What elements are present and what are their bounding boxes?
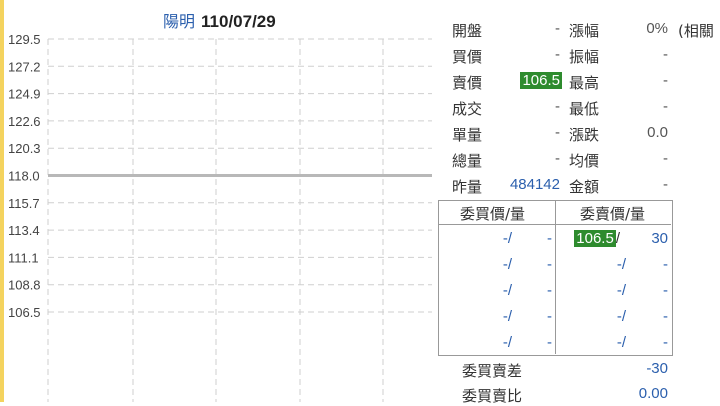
quote-label-ask: 賣價 — [452, 74, 483, 92]
quote-value-change-pct: 0% — [646, 20, 668, 37]
y-tick-label: 124.9 — [8, 87, 41, 102]
quote-value-deal: - — [555, 98, 560, 115]
quote-label-open: 開盤 — [452, 22, 483, 40]
y-tick-label: 120.3 — [8, 141, 41, 156]
quote-value-open: - — [555, 20, 560, 37]
bid-qty: - — [547, 230, 552, 247]
stock-name: 陽明 — [163, 12, 196, 31]
y-tick-label: 113.4 — [8, 223, 40, 238]
quote-value-low: - — [663, 98, 668, 115]
y-tick-label: 118.0 — [8, 169, 40, 184]
quote-label-low: 最低 — [569, 100, 600, 118]
quote-label-amount: 金額 — [569, 178, 600, 196]
ask-price: -/ — [616, 334, 626, 351]
quote-label-deal: 成交 — [452, 100, 483, 118]
chart-date: 110/07/29 — [201, 12, 276, 31]
quote-label-change-pct: 漲幅 — [569, 22, 600, 40]
bid-price: -/ — [502, 282, 512, 299]
quote-label-amplitude: 振幅 — [569, 48, 600, 66]
bid-qty: - — [547, 334, 552, 351]
quote-label-prev-vol: 昨量 — [452, 178, 483, 196]
ask-price: -/ — [616, 256, 626, 273]
bid-ask-ratio-value: 0.00 — [638, 385, 668, 402]
quote-value-change: 0.0 — [647, 124, 668, 141]
quote-value-single-vol: - — [555, 124, 560, 141]
quote-value-ask: 106.5 — [520, 72, 562, 89]
ask-qty: - — [663, 256, 668, 273]
ask-qty: - — [663, 282, 668, 299]
ask-qty: - — [663, 308, 668, 325]
quote-label-high: 最高 — [569, 74, 600, 92]
y-tick-label: 106.5 — [8, 305, 41, 320]
y-tick-label: 127.2 — [8, 59, 41, 74]
bid-qty: - — [547, 256, 552, 273]
bid-price: -/ — [502, 256, 512, 273]
chart-title: 陽明 110/07/29 — [163, 8, 276, 32]
ask-header: 委賣價/量 — [580, 205, 646, 223]
y-tick-label: 108.8 — [8, 278, 41, 293]
y-tick-label: 115.7 — [8, 196, 40, 211]
related-link[interactable]: (相關 — [678, 20, 714, 41]
quote-value-high: - — [663, 72, 668, 89]
bid-ask-ratio-label: 委買賣比 — [462, 387, 523, 405]
y-tick-label: 122.6 — [8, 114, 41, 129]
bid-price: -/ — [502, 308, 512, 325]
quote-value-amount: - — [663, 176, 668, 193]
bid-price: -/ — [502, 334, 512, 351]
intraday-chart: 129.5 127.2 124.9 122.6 120.3 118.0 115.7 113.4… — [8, 32, 432, 402]
bid-qty: - — [547, 282, 552, 299]
quote-label-bid: 買價 — [452, 48, 483, 66]
quote-label-single-vol: 單量 — [452, 126, 483, 144]
y-tick-label: 129.5 — [8, 32, 41, 47]
quote-label-avg: 均價 — [569, 152, 600, 170]
quote-value-prev-vol: 484142 — [509, 176, 560, 193]
ask-qty: - — [663, 334, 668, 351]
quote-label-total-vol: 總量 — [452, 152, 483, 170]
y-tick-label: 111.1 — [8, 250, 39, 265]
bid-header: 委買價/量 — [460, 205, 526, 223]
ask-price: 106.5/ — [574, 230, 620, 247]
quote-value-avg: - — [663, 150, 668, 167]
order-book-header-line — [438, 224, 671, 225]
ask-qty: 30 — [651, 230, 668, 247]
bid-qty: - — [547, 308, 552, 325]
quote-value-amplitude: - — [663, 46, 668, 63]
ask-price: -/ — [616, 308, 626, 325]
ask-price: -/ — [616, 282, 626, 299]
bid-ask-diff-value: -30 — [646, 360, 668, 377]
quote-value-total-vol: - — [555, 150, 560, 167]
quote-value-bid: - — [555, 46, 560, 63]
quote-label-change: 漲跌 — [569, 126, 600, 144]
bid-price: -/ — [502, 230, 512, 247]
bid-ask-diff-label: 委買賣差 — [462, 362, 523, 380]
